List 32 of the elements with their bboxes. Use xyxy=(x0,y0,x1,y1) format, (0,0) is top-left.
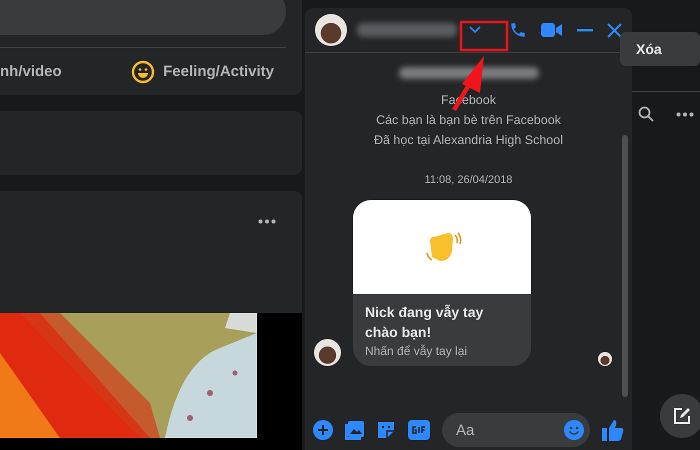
new-message-button[interactable] xyxy=(660,394,700,438)
contact-avatar[interactable] xyxy=(315,14,347,46)
delete-button[interactable]: Xóa xyxy=(620,32,700,66)
more-icon[interactable] xyxy=(676,112,694,116)
gif-icon[interactable] xyxy=(408,420,430,440)
profile-info-text: Đã học tại Alexandria High School xyxy=(374,132,563,149)
thumbs-up-icon[interactable] xyxy=(602,419,624,441)
search-icon[interactable] xyxy=(638,106,654,122)
timestamp: 11:08, 26/04/2018 xyxy=(424,174,512,186)
wave-title: Nick đang vẫy tay chào bạn! xyxy=(365,303,484,342)
message-input[interactable]: Aa xyxy=(454,420,564,440)
close-icon[interactable] xyxy=(607,22,622,38)
seen-avatar xyxy=(598,352,612,366)
contact-avatar xyxy=(314,339,341,366)
highlight-box xyxy=(460,20,508,52)
phone-icon[interactable] xyxy=(509,21,527,39)
chevron-down-icon[interactable] xyxy=(469,26,481,34)
photo-video-button[interactable]: nh/video xyxy=(0,63,62,80)
wave-card[interactable]: Nick đang vẫy tay chào bạn! Nhấn để vẫy tay lại xyxy=(353,200,531,366)
profile-info-text: Các bạn là bạn bè trên Facebook xyxy=(376,112,561,129)
emoji-icon[interactable] xyxy=(564,420,584,440)
wave-subtitle: Nhấn để vẫy tay lại xyxy=(365,344,468,358)
video-camera-icon[interactable] xyxy=(541,22,563,38)
feeling-activity-button[interactable]: Feeling/Activity xyxy=(131,60,274,84)
sticker-icon[interactable] xyxy=(376,420,396,440)
smiley-icon xyxy=(131,60,156,84)
plus-icon[interactable] xyxy=(313,420,333,440)
image-icon[interactable] xyxy=(345,420,364,440)
message-field[interactable]: Aa xyxy=(442,413,590,447)
more-icon[interactable] xyxy=(258,219,276,224)
minimize-icon[interactable] xyxy=(577,28,593,32)
compose-icon xyxy=(672,406,692,426)
